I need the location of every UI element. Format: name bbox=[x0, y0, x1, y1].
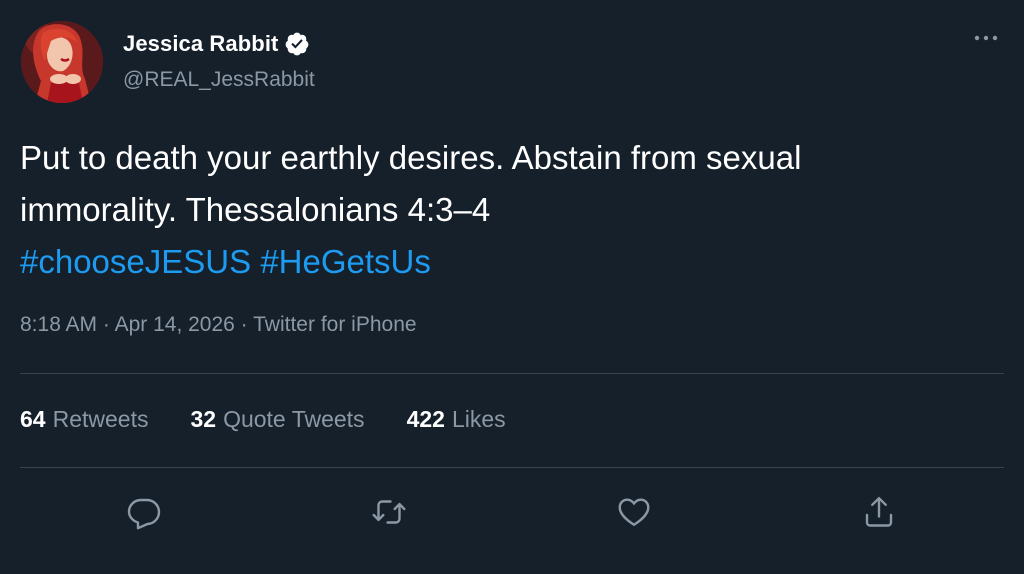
quote-tweets-stat[interactable]: 32 Quote Tweets bbox=[190, 406, 364, 433]
tweet-time[interactable]: 8:18 AM bbox=[20, 313, 97, 336]
heart-icon bbox=[618, 498, 650, 526]
author-handle[interactable]: @REAL_JessRabbit bbox=[123, 68, 315, 92]
hashtag-link[interactable]: #chooseJESUS bbox=[20, 243, 251, 280]
likes-stat[interactable]: 422 Likes bbox=[407, 406, 506, 433]
reply-icon bbox=[127, 498, 161, 530]
tweet-source[interactable]: Twitter for iPhone bbox=[253, 313, 416, 336]
tweet-date[interactable]: Apr 14, 2026 bbox=[115, 313, 235, 336]
like-button[interactable] bbox=[612, 490, 656, 534]
verified-badge-icon bbox=[284, 31, 310, 57]
meta-separator: · bbox=[97, 313, 115, 336]
retweets-stat[interactable]: 64 Retweets bbox=[20, 406, 148, 433]
author-display-name[interactable]: Jessica Rabbit bbox=[123, 31, 278, 57]
retweets-count: 64 bbox=[20, 406, 46, 432]
tweet-text: Put to death your earthly desires. Absta… bbox=[20, 132, 1000, 288]
engagement-stats: 64 Retweets 32 Quote Tweets 422 Likes bbox=[20, 406, 506, 433]
more-options-button[interactable] bbox=[966, 28, 1006, 48]
author-name-row: Jessica Rabbit bbox=[123, 28, 310, 60]
reply-button[interactable] bbox=[122, 490, 166, 534]
quote-tweets-label: Quote Tweets bbox=[223, 406, 365, 432]
more-horizontal-icon bbox=[974, 35, 998, 41]
hashtag-link[interactable]: #HeGetsUs bbox=[260, 243, 431, 280]
retweet-icon bbox=[372, 500, 406, 524]
likes-label: Likes bbox=[451, 406, 506, 432]
tweet-action-bar bbox=[0, 490, 1024, 534]
retweet-button[interactable] bbox=[367, 490, 411, 534]
tweet-text-line: Put to death your earthly desires. Absta… bbox=[20, 139, 802, 176]
avatar[interactable] bbox=[21, 21, 103, 103]
avatar-image bbox=[21, 21, 103, 103]
divider bbox=[20, 467, 1004, 468]
meta-separator: · bbox=[234, 313, 254, 336]
tweet-metadata: 8:18 AM · Apr 14, 2026 · Twitter for iPh… bbox=[20, 313, 417, 337]
divider bbox=[20, 373, 1004, 374]
share-icon bbox=[865, 497, 893, 527]
tweet-text-line: immorality. Thessalonians 4:3–4 bbox=[20, 191, 491, 228]
quote-tweets-count: 32 bbox=[190, 406, 217, 432]
share-button[interactable] bbox=[857, 490, 901, 534]
retweets-label: Retweets bbox=[52, 406, 149, 432]
hashtag-line: #chooseJESUS #HeGetsUs bbox=[20, 236, 1000, 288]
likes-count: 422 bbox=[406, 406, 445, 432]
tweet-detail: Jessica Rabbit @REAL_JessRabbit Put to d… bbox=[0, 0, 1024, 574]
